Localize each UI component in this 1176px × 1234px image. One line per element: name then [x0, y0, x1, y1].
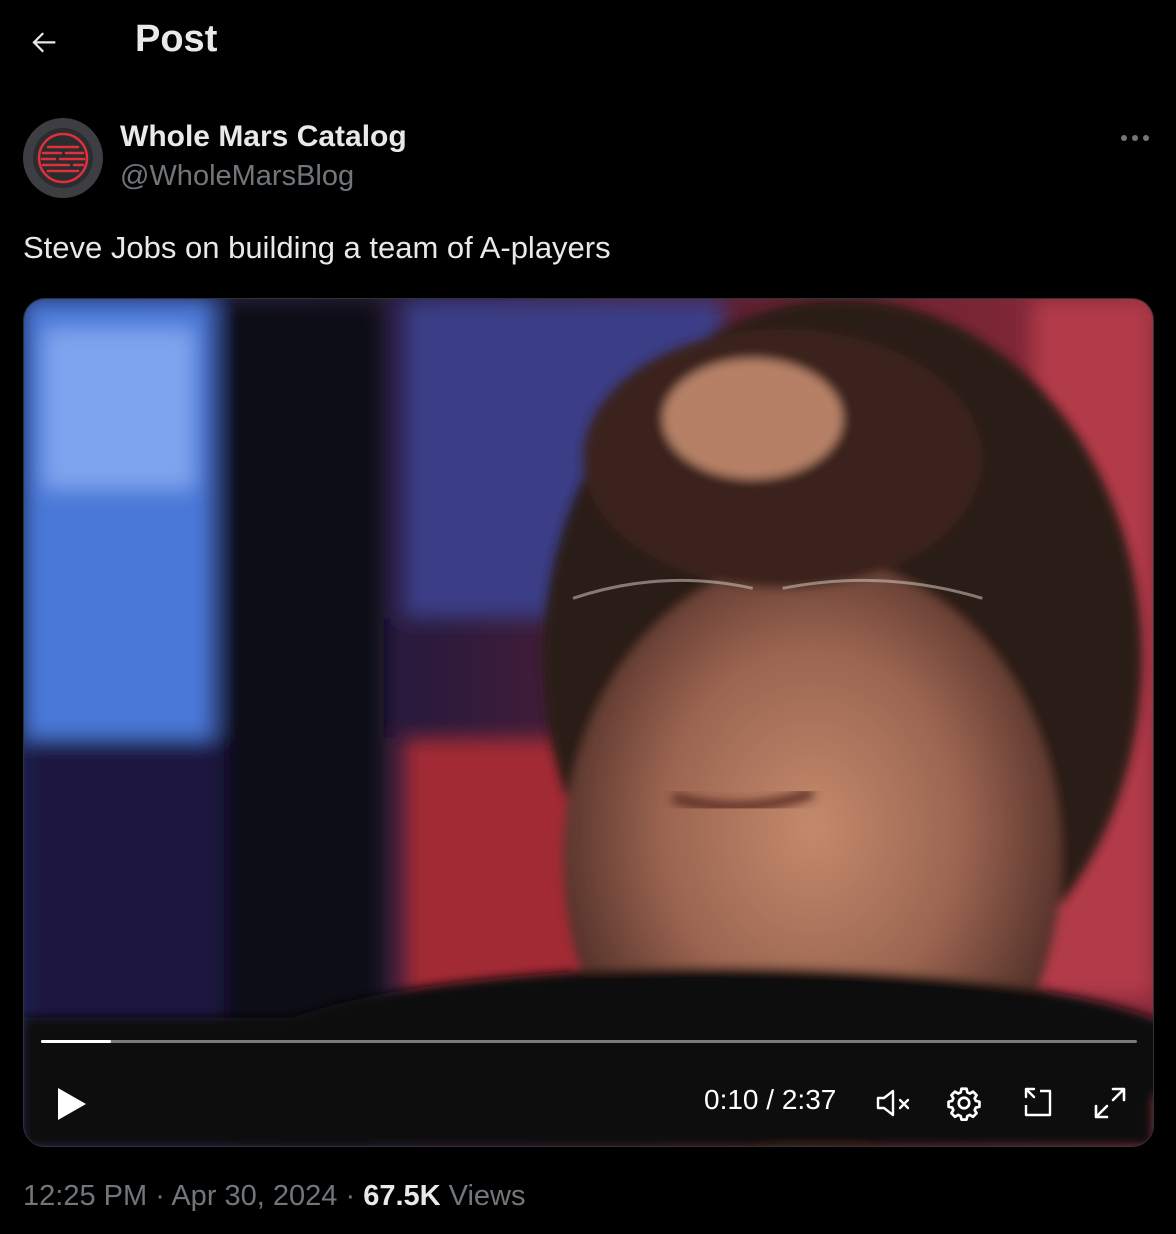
arrow-left-icon	[32, 32, 56, 53]
fullscreen-icon	[1094, 1087, 1126, 1119]
picture-in-picture-button[interactable]	[1016, 1081, 1060, 1125]
mute-icon	[876, 1089, 910, 1117]
author-name[interactable]: Whole Mars Catalog	[120, 120, 407, 154]
post-time[interactable]: 12:25 PM	[23, 1180, 147, 1212]
mute-button[interactable]	[872, 1081, 916, 1125]
fullscreen-button[interactable]	[1088, 1081, 1132, 1125]
duration: 2:37	[781, 1084, 837, 1115]
meta-separator: ·	[155, 1180, 165, 1212]
back-button[interactable]	[22, 20, 66, 64]
views-label: Views	[448, 1180, 526, 1212]
ellipsis-icon	[1121, 135, 1149, 141]
current-time: 0:10	[704, 1084, 759, 1115]
views-count: 67.5K	[363, 1180, 441, 1212]
page-title: Post	[135, 18, 218, 60]
more-options-button[interactable]	[1110, 120, 1160, 156]
play-button[interactable]	[46, 1079, 96, 1129]
video-frame	[24, 299, 1153, 1146]
post-meta: 12:25 PM · Apr 30, 2024 · 67.5K Views	[23, 1180, 526, 1213]
avatar[interactable]	[23, 118, 103, 198]
time-separator: /	[766, 1084, 775, 1115]
tweet-text: Steve Jobs on building a team of A-playe…	[23, 230, 611, 265]
settings-button[interactable]	[942, 1081, 986, 1125]
top-bar: Post	[0, 0, 1176, 84]
progress-fill	[41, 1040, 112, 1043]
video-player[interactable]: 0:10 / 2:37	[23, 298, 1154, 1147]
author-handle[interactable]: @WholeMarsBlog	[120, 160, 354, 193]
progress-bar[interactable]	[41, 1040, 1137, 1043]
picture-in-picture-icon	[1024, 1087, 1052, 1117]
time-display: 0:10 / 2:37	[704, 1084, 836, 1116]
play-icon	[58, 1088, 86, 1120]
meta-separator: ·	[345, 1180, 356, 1212]
post-date[interactable]: Apr 30, 2024	[171, 1180, 337, 1212]
mars-logo-icon	[33, 128, 93, 188]
settings-icon	[947, 1087, 981, 1121]
